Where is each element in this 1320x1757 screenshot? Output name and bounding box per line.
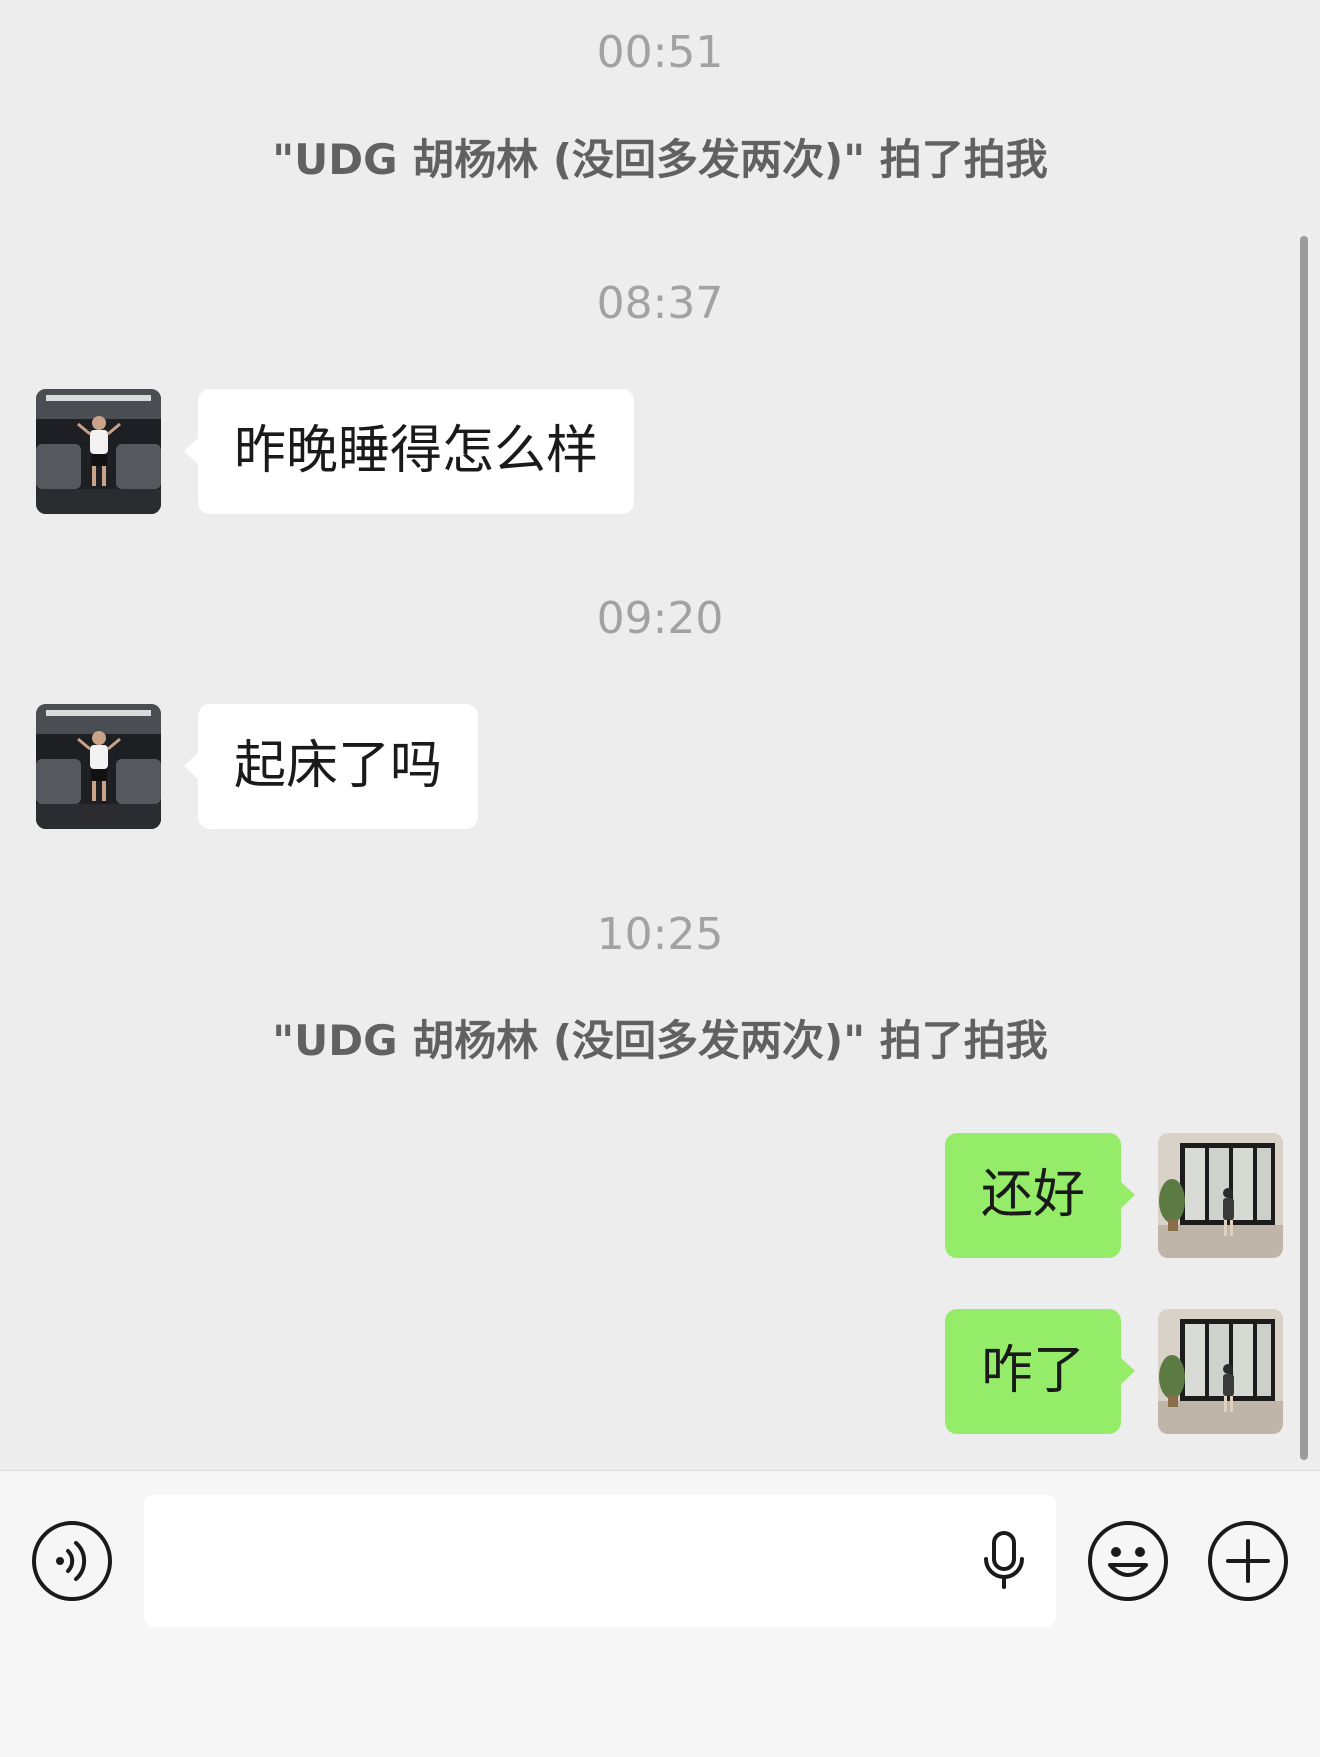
- microphone-button[interactable]: [962, 1519, 1046, 1603]
- outgoing-message[interactable]: 还好: [944, 1133, 1136, 1258]
- message-text: 还好: [980, 1165, 1085, 1225]
- voice-toggle-icon: [32, 1521, 112, 1601]
- avatar-photo: [1158, 1133, 1283, 1258]
- avatar-photo: [36, 704, 161, 829]
- timestamp: 10:25: [596, 909, 724, 960]
- voice-toggle-button[interactable]: [30, 1519, 114, 1603]
- timestamp: 00:51: [596, 27, 724, 78]
- message-text: 起床了吗: [234, 736, 443, 796]
- plus-icon: [1208, 1521, 1288, 1601]
- my-avatar[interactable]: [1158, 1309, 1283, 1434]
- message-input[interactable]: [144, 1495, 1056, 1627]
- emoji-icon: [1088, 1521, 1168, 1601]
- system-notice-pat: "UDG 胡杨林 (没回多发两次)" 拍了拍我: [272, 1016, 1048, 1065]
- more-button[interactable]: [1206, 1519, 1290, 1603]
- input-bar: [0, 1470, 1320, 1757]
- avatar-photo: [36, 389, 161, 514]
- contact-avatar[interactable]: [36, 704, 161, 829]
- outgoing-message[interactable]: 咋了: [944, 1309, 1136, 1434]
- emoji-button[interactable]: [1086, 1519, 1170, 1603]
- incoming-message[interactable]: 昨晚睡得怎么样: [183, 389, 635, 514]
- timestamp: 09:20: [596, 593, 724, 644]
- chat-area[interactable]: 00:51 "UDG 胡杨林 (没回多发两次)" 拍了拍我 08:37 昨晚睡得…: [0, 0, 1320, 1470]
- microphone-icon: [984, 1531, 1024, 1589]
- incoming-message[interactable]: 起床了吗: [183, 704, 479, 829]
- avatar-photo: [1158, 1309, 1283, 1434]
- my-avatar[interactable]: [1158, 1133, 1283, 1258]
- timestamp: 08:37: [596, 278, 724, 329]
- system-notice-pat: "UDG 胡杨林 (没回多发两次)" 拍了拍我: [272, 135, 1048, 184]
- contact-avatar[interactable]: [36, 389, 161, 514]
- scrollbar[interactable]: [1300, 236, 1308, 1460]
- message-text: 咋了: [980, 1341, 1085, 1401]
- message-text: 昨晚睡得怎么样: [234, 421, 599, 481]
